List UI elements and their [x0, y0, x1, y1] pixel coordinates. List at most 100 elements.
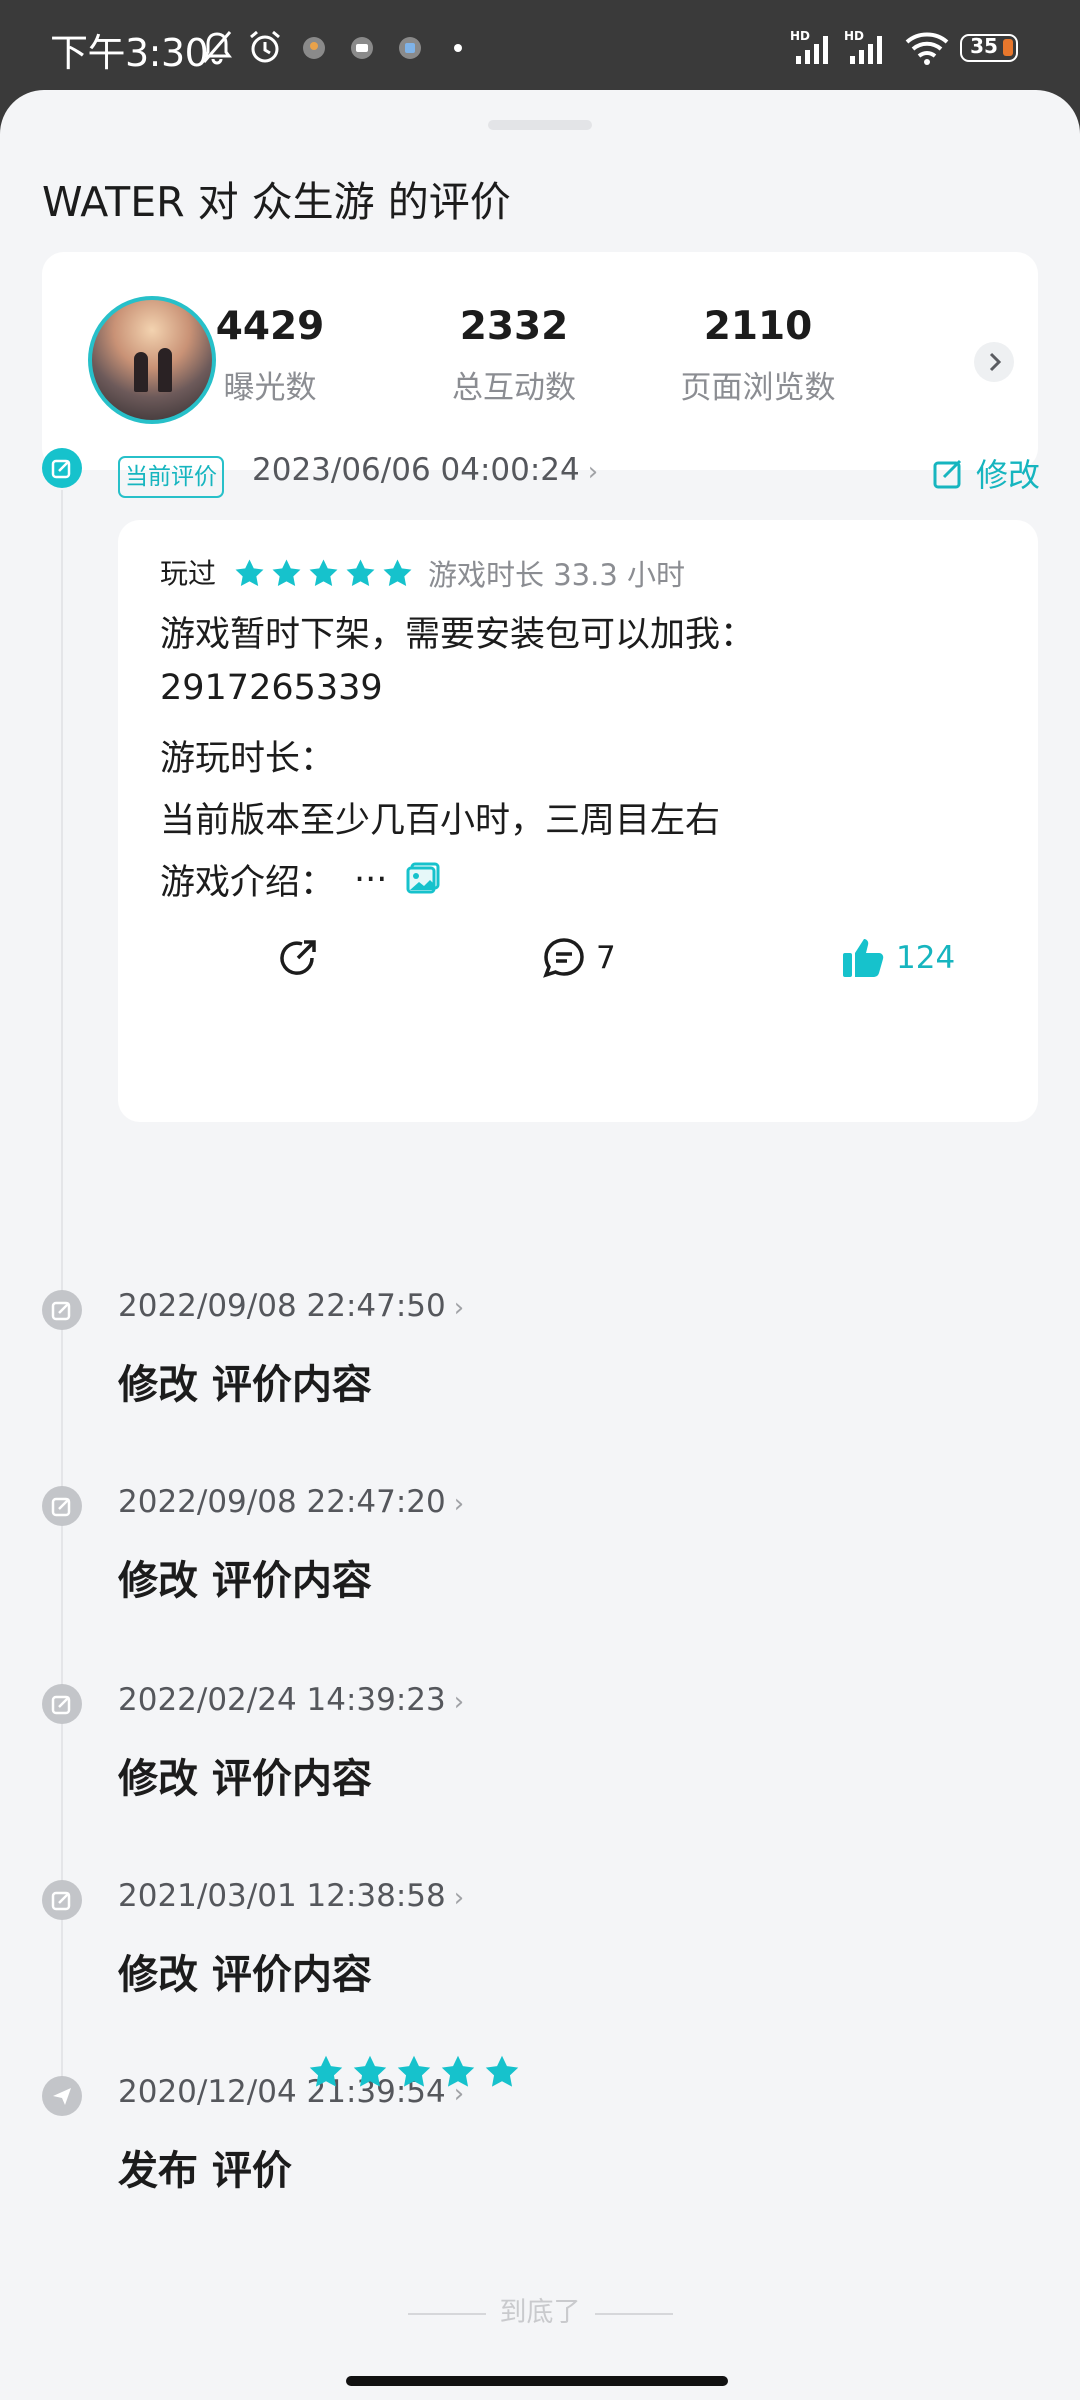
- signal-hd-icon: HD: [844, 29, 882, 64]
- comment-count: 7: [596, 940, 616, 976]
- edit-icon: [51, 459, 71, 479]
- status-time: 下午3:30: [50, 31, 209, 75]
- svg-text:HD: HD: [844, 29, 864, 43]
- like-button[interactable]: 124: [840, 934, 955, 982]
- alarm-icon: [250, 30, 280, 63]
- edit-icon: [51, 1497, 71, 1517]
- comment-button[interactable]: 7: [540, 934, 616, 982]
- stats-detail-button[interactable]: [974, 342, 1014, 382]
- star-icon: [383, 559, 412, 587]
- status-bar: 下午3:30 HD HD 35: [0, 0, 1080, 92]
- stat-label: 曝光数: [223, 370, 317, 406]
- review-text-line: 游玩时长：: [160, 739, 336, 779]
- end-of-list-label: 到底了: [499, 2297, 581, 2328]
- share-icon: [280, 940, 316, 975]
- page-title: WATER 对 众生游 的评价: [42, 178, 511, 226]
- edit-icon: [51, 1695, 71, 1715]
- star-icon: [397, 2055, 431, 2087]
- history-title: 修改 评价内容: [118, 1558, 372, 1604]
- stat-value: 2332: [459, 304, 569, 349]
- chevron-right-icon: ›: [453, 1489, 465, 1519]
- date-text: 2021/03/01 12:38:58: [118, 1878, 446, 1914]
- date-text: 2022/02/24 14:39:23: [118, 1682, 446, 1718]
- divider: [407, 2312, 486, 2315]
- battery-level: 35: [970, 34, 998, 58]
- share-button[interactable]: [274, 934, 322, 982]
- edit-icon: [51, 1891, 71, 1911]
- stat-value: 4429: [215, 304, 325, 349]
- history-date[interactable]: 2022/02/24 14:39:23 ›: [118, 1682, 464, 1718]
- end-of-list: 到底了: [0, 2290, 1080, 2329]
- review-text-line: 游戏暂时下架，需要安装包可以加我：: [160, 615, 756, 655]
- stat-label: 页面浏览数: [680, 370, 836, 406]
- star-icon: [309, 2055, 343, 2087]
- star-icon: [353, 2055, 387, 2087]
- shield-app-icon: [351, 37, 373, 59]
- notification-dot: [454, 44, 462, 52]
- history-date[interactable]: 2021/03/01 12:38:58 ›: [118, 1878, 464, 1914]
- stat-interactions: 2332 总互动数: [394, 302, 634, 407]
- timeline-node: [42, 1486, 82, 1526]
- edit-icon: [933, 459, 962, 489]
- drag-handle[interactable]: [488, 120, 592, 130]
- history-title: 修改 评价内容: [118, 1756, 372, 1802]
- send-icon: [53, 2088, 71, 2105]
- history-date[interactable]: 2022/09/08 22:47:20 ›: [118, 1484, 464, 1520]
- stat-value: 2110: [703, 304, 813, 349]
- signal-hd-icon: HD: [790, 29, 828, 64]
- thumbs-up-icon: [843, 939, 884, 977]
- play-time: 游戏时长 33.3 小时: [428, 558, 686, 592]
- history-title: 修改 评价内容: [118, 1362, 372, 1408]
- app-icon: [399, 37, 421, 59]
- edit-icon: [51, 1301, 71, 1321]
- timeline-node: [42, 1880, 82, 1920]
- timeline-node: [42, 2076, 82, 2116]
- edit-review-label: 修改: [976, 456, 1041, 494]
- current-review-tag: 当前评价: [118, 456, 224, 498]
- location-app-icon: [303, 37, 325, 59]
- timeline-node: [42, 1290, 82, 1330]
- review-card[interactable]: 玩过 游戏时长 33.3 小时 游戏暂时下架，需要安装包可以加我： 291726…: [118, 520, 1038, 1122]
- chevron-right-icon: ›: [453, 1883, 465, 1913]
- date-text: 2022/09/08 22:47:20: [118, 1484, 446, 1520]
- history-title: 修改 评价内容: [118, 1952, 372, 1998]
- stat-exposure: 4429 曝光数: [150, 302, 390, 407]
- comment-icon: [543, 938, 584, 978]
- stat-label: 总互动数: [452, 370, 576, 406]
- date-text: 2022/09/08 22:47:50: [118, 1288, 446, 1324]
- star-icon: [485, 2055, 519, 2087]
- image-icon: [406, 862, 440, 894]
- date-text: 2023/06/06 04:00:24: [252, 452, 580, 488]
- review-text-line: 2917265339: [160, 668, 383, 708]
- chevron-right-icon: [989, 352, 1002, 372]
- svg-text:HD: HD: [790, 29, 810, 43]
- home-indicator[interactable]: [346, 2376, 728, 2386]
- star-icon: [309, 559, 338, 587]
- read-more-ellipsis[interactable]: ...: [354, 850, 387, 890]
- divider: [594, 2312, 673, 2315]
- wifi-icon: [905, 32, 949, 65]
- chevron-right-icon: ›: [453, 1687, 465, 1717]
- review-text-line: 当前版本至少几百小时，三周目左右: [160, 801, 721, 841]
- like-count: 124: [896, 940, 956, 976]
- timeline-node-current: [42, 448, 82, 488]
- chevron-right-icon: ›: [587, 457, 599, 487]
- played-label: 玩过: [160, 557, 217, 590]
- star-icon: [346, 559, 375, 587]
- star-icon: [441, 2055, 475, 2087]
- star-icon: [272, 559, 301, 587]
- history-date[interactable]: 2022/09/08 22:47:50 ›: [118, 1288, 464, 1324]
- stat-page-views: 2110 页面浏览数: [638, 302, 878, 407]
- timeline-node: [42, 1684, 82, 1724]
- edit-review-button[interactable]: 修改: [932, 450, 1040, 496]
- review-text-line: 游戏介绍：: [160, 863, 336, 903]
- rating-stars: [234, 558, 419, 588]
- mute-bell-icon: [202, 31, 232, 65]
- history-title: 发布 评价: [118, 2148, 292, 2194]
- rating-stars: [308, 2054, 528, 2089]
- bottom-sheet: WATER 对 众生游 的评价 4429 曝光数 2332 总互动数 2110 …: [0, 90, 1080, 2400]
- chevron-right-icon: ›: [453, 1293, 465, 1323]
- stats-card[interactable]: 4429 曝光数 2332 总互动数 2110 页面浏览数: [42, 252, 1038, 470]
- battery-icon: 35: [960, 34, 1018, 62]
- current-review-date[interactable]: 2023/06/06 04:00:24 ›: [252, 452, 598, 488]
